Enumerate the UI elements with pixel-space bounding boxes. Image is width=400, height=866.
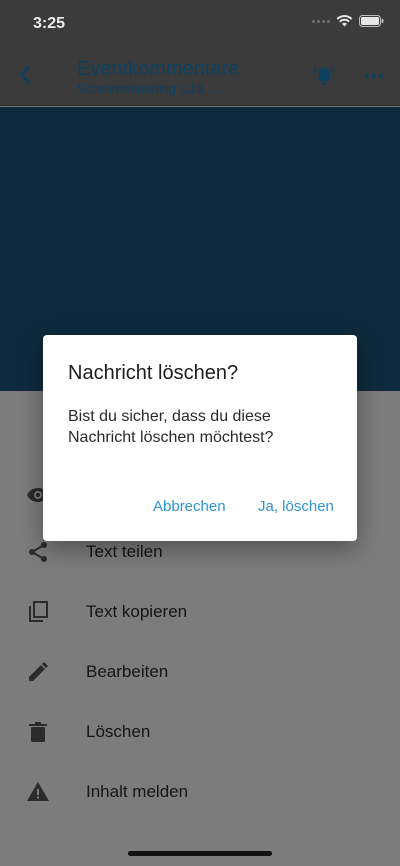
status-icons — [312, 15, 384, 27]
wifi-icon — [336, 15, 353, 27]
sheet-item-report[interactable]: Inhalt melden — [0, 762, 400, 822]
cellular-signal-icon — [312, 19, 330, 23]
sheet-item-label: Bearbeiten — [86, 662, 169, 681]
confirm-delete-button[interactable]: Ja, löschen — [258, 498, 334, 515]
app-bar: Eventkommentare Schwimmtraining U18, ... — [0, 48, 400, 106]
page-title: Eventkommentare — [77, 58, 240, 80]
edit-icon — [29, 662, 48, 681]
page-subtitle: Schwimmtraining U18, ... — [77, 81, 222, 96]
dialog-title: Nachricht löschen? — [68, 362, 239, 384]
status-bar: 3:25 — [0, 0, 400, 48]
share-icon — [29, 542, 47, 562]
copy-icon — [29, 601, 48, 622]
sheet-item-label: Löschen — [86, 722, 151, 741]
sheet-item-label: Text kopieren — [86, 602, 188, 621]
more-options-icon[interactable] — [362, 64, 386, 88]
sheet-item-label: Text teilen — [86, 542, 163, 561]
battery-icon — [359, 15, 384, 27]
back-arrow-icon[interactable] — [14, 63, 38, 87]
notification-bell-icon[interactable] — [312, 64, 336, 88]
delete-confirm-dialog: Nachricht löschen? Bist du sicher, dass … — [43, 335, 357, 541]
home-indicator — [128, 851, 272, 856]
sheet-item-copy[interactable]: Text kopieren — [0, 582, 400, 642]
warning-icon — [27, 782, 49, 801]
sheet-item-label: Inhalt melden — [86, 782, 189, 801]
cancel-button[interactable]: Abbrechen — [153, 498, 226, 515]
sheet-item-delete[interactable]: Löschen — [0, 702, 400, 762]
trash-icon — [29, 722, 47, 742]
app-bar-titles: Eventkommentare Schwimmtraining U18, ... — [77, 57, 239, 97]
dialog-message: Bist du sicher, dass du diese Nachricht … — [68, 408, 274, 446]
sheet-item-edit[interactable]: Bearbeiten — [0, 642, 400, 702]
status-time: 3:25 — [33, 15, 66, 32]
